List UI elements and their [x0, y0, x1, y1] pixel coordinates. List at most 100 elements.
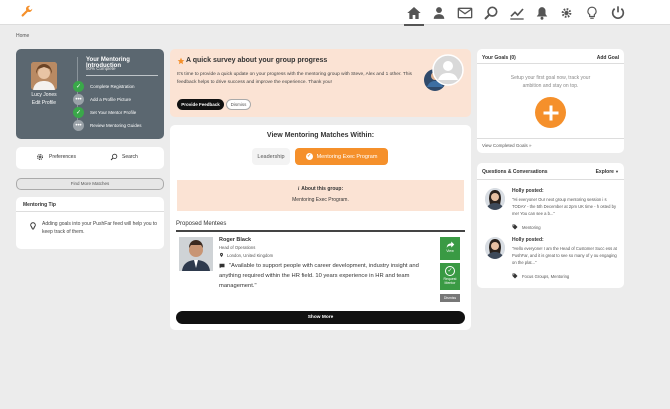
divider [16, 211, 164, 212]
survey-body: It's time to provide a quick update on y… [177, 72, 412, 85]
explore-label: Explore [595, 169, 614, 175]
mentee-bio: "Available to support people with career… [219, 263, 419, 289]
mentoring-introduction-card: Lucy Jones Edit Profile Your Mentoring I… [16, 49, 164, 139]
check-icon: ✓ [73, 107, 84, 118]
survey-card: A quick survey about your group progress… [170, 49, 471, 117]
actions-card: Preferences Search [16, 147, 164, 169]
location-label: London, United Kingdom [227, 252, 274, 258]
request-label: Request Mentor [443, 277, 457, 285]
post-author[interactable]: Holly posted: [512, 237, 544, 243]
avatar[interactable] [485, 188, 505, 210]
tag-label[interactable]: Mentoring [522, 225, 541, 230]
provide-feedback-button[interactable]: Provide Feedback [177, 99, 224, 110]
tab-leadership[interactable]: Leadership [252, 148, 290, 165]
share-arrow-icon [446, 240, 455, 249]
step-review-mentoring-guides[interactable]: ••• Review Mentoring Guides [73, 120, 142, 131]
add-goal-link[interactable]: Add Goal [597, 55, 619, 61]
avatar[interactable] [31, 62, 57, 90]
mail-icon[interactable] [457, 5, 473, 21]
gear-icon[interactable] [560, 5, 576, 21]
tip-title: Mentoring Tip [23, 202, 56, 208]
step-add-profile-picture[interactable]: ••• Add a Profile Picture [73, 94, 131, 105]
edit-profile-link[interactable]: Edit Profile [23, 100, 65, 106]
post-tags: Mentoring [512, 224, 541, 230]
search-label: Search [122, 154, 138, 160]
dismiss-survey-button[interactable]: Dismiss [226, 99, 251, 110]
about-title-label: About this group: [301, 186, 344, 192]
about-title: i About this group: [177, 186, 464, 192]
preferences-label: Preferences [49, 154, 76, 160]
lightbulb-icon [29, 221, 37, 231]
power-icon[interactable] [610, 5, 626, 21]
post-tags: Focus Groups, Mentoring [512, 273, 569, 279]
tag-label[interactable]: Focus Groups, Mentoring [522, 274, 569, 279]
explore-dropdown[interactable]: Explore ▼ [596, 169, 619, 175]
questions-conversations-card: Questions & Conversations Explore ▼ Holl… [477, 163, 624, 288]
divider [176, 230, 465, 232]
tag-icon [512, 224, 518, 230]
find-more-matches-button[interactable]: Find More Matches [16, 178, 164, 190]
goals-card: Your Goals (0) Add Goal Setup your first… [477, 49, 624, 153]
survey-title: A quick survey about your group progress [186, 57, 328, 64]
mentee-name[interactable]: Roger Black [219, 237, 251, 243]
group-avatars [424, 54, 464, 94]
dismiss-mentee-button[interactable]: Dismiss [440, 294, 460, 302]
info-icon: i [297, 187, 300, 192]
user-name: Lucy Jones [31, 92, 57, 98]
proposed-mentees-heading: Proposed Mentees [176, 221, 227, 227]
step-label: Complete Registration [90, 84, 135, 89]
matches-title: View Mentoring Matches Within: [266, 132, 375, 139]
ellipsis-icon: ••• [73, 120, 84, 131]
view-label: View [446, 249, 454, 253]
plus-icon [542, 104, 560, 122]
mentee-role: Head of Operations [219, 245, 256, 250]
tag-icon [512, 273, 518, 279]
lightbulb-icon[interactable] [585, 5, 601, 21]
post-text[interactable]: "Hi everyone! Our next group mentoring s… [512, 196, 617, 217]
step-set-mentor-profile[interactable]: ✓ Set Your Mentor Profile [73, 107, 136, 118]
step-label: Review Mentoring Guides [90, 123, 142, 128]
tip-text: Adding goals into your PushFar feed will… [42, 221, 158, 235]
add-goal-plus-button[interactable] [535, 97, 566, 128]
chart-icon[interactable] [509, 5, 525, 21]
person-icon[interactable] [432, 5, 448, 21]
goals-empty-text: Setup your first goal now, track your am… [510, 75, 591, 89]
caret-down-icon: ▼ [613, 169, 619, 174]
about-text: Mentoring Exec Program. [292, 197, 349, 203]
divider [477, 179, 624, 180]
request-mentor-button[interactable]: ✓ Request Mentor [440, 263, 460, 290]
post-text[interactable]: "Hello everyone! I am the Head of Custom… [512, 245, 617, 266]
mentee-photo[interactable] [179, 237, 213, 271]
star-icon [177, 57, 185, 65]
check-icon: ✓ [305, 153, 313, 160]
ellipsis-icon: ••• [73, 94, 84, 105]
completion-status: 50% Complete [86, 66, 116, 71]
preferences-button[interactable]: Preferences [36, 153, 76, 161]
tab-mentoring-exec-program[interactable]: ✓ Mentoring Exec Program [295, 148, 388, 165]
divider [477, 63, 624, 64]
mentoring-tip-card: Mentoring Tip Adding goals into your Pus… [16, 197, 164, 249]
view-button[interactable]: View [440, 237, 460, 260]
show-more-button[interactable]: Show More [176, 311, 465, 324]
wrench-logo-icon[interactable] [20, 5, 34, 19]
check-icon: ✓ [73, 81, 84, 92]
home-icon[interactable] [404, 5, 424, 26]
search-button[interactable]: Search [110, 153, 138, 161]
view-completed-goals-link[interactable]: View Completed Goals » [482, 143, 531, 148]
check-icon: ✓ [445, 266, 455, 276]
top-navigation-bar [0, 0, 670, 26]
map-pin-icon [219, 252, 224, 258]
search-icon [110, 153, 118, 161]
goals-title: Your Goals (0) [482, 55, 516, 61]
step-label: Set Your Mentor Profile [90, 110, 137, 115]
divider [477, 138, 624, 139]
post-author[interactable]: Holly posted: [512, 188, 544, 194]
avatar[interactable] [485, 237, 505, 259]
mentee-location: London, United Kingdom [219, 252, 273, 258]
breadcrumb[interactable]: Home [16, 33, 29, 39]
mentoring-matches-card: View Mentoring Matches Within: Leadershi… [170, 125, 471, 330]
about-group-box: i About this group: Mentoring Exec Progra… [177, 180, 464, 211]
bell-icon[interactable] [535, 5, 551, 21]
step-complete-registration[interactable]: ✓ Complete Registration [73, 81, 135, 92]
search-icon[interactable] [483, 5, 499, 21]
